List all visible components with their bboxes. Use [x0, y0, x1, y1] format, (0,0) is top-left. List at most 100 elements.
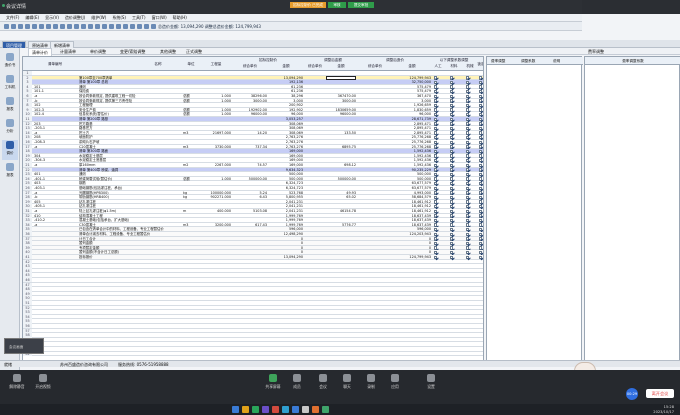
coef-checkbox[interactable]	[479, 149, 483, 154]
subtab-formal[interactable]: 正式调整	[186, 48, 202, 55]
tab-original[interactable]: 原始清单	[28, 41, 52, 48]
coef-checkbox[interactable]	[466, 237, 470, 241]
coef-checkbox[interactable]	[466, 126, 470, 131]
toolbar-icon[interactable]	[95, 24, 100, 29]
coef-checkbox[interactable]	[466, 168, 470, 172]
coef-checkbox[interactable]	[434, 200, 438, 204]
coef-checkbox[interactable]	[466, 149, 470, 154]
coef-checkbox[interactable]	[434, 177, 438, 181]
coef-checkbox[interactable]	[466, 85, 470, 89]
coef-checkbox[interactable]	[450, 112, 454, 117]
tab-new[interactable]: 新增清单	[50, 41, 74, 48]
coef-checkbox[interactable]	[479, 108, 483, 112]
toolbar-icon[interactable]	[116, 24, 121, 29]
menu-item-4[interactable]: 维护(W)	[91, 14, 106, 22]
coef-checkbox[interactable]	[479, 135, 483, 140]
coef-checkbox[interactable]	[466, 89, 470, 94]
coef-checkbox[interactable]	[434, 214, 438, 218]
coef-checkbox[interactable]	[466, 135, 470, 140]
subtab-measure[interactable]: 计量清单	[60, 48, 76, 55]
toolbar-icon[interactable]	[130, 24, 135, 29]
meeting-control-7[interactable]: 应用	[384, 374, 406, 400]
coef-checkbox[interactable]	[466, 195, 470, 200]
coef-checkbox[interactable]	[434, 195, 438, 200]
toolbar-icon[interactable]	[137, 24, 142, 29]
coef-checkbox[interactable]	[466, 163, 470, 167]
coef-checkbox[interactable]	[434, 227, 438, 232]
coef-checkbox[interactable]	[450, 103, 454, 108]
coef-checkbox[interactable]	[434, 131, 438, 135]
coef-checkbox[interactable]	[479, 246, 483, 250]
coef-checkbox[interactable]	[434, 255, 438, 259]
coef-checkbox[interactable]	[450, 158, 454, 163]
coef-checkbox[interactable]	[434, 250, 438, 255]
table-row[interactable]: 62	[23, 351, 483, 357]
coef-checkbox[interactable]	[479, 172, 483, 177]
coef-checkbox[interactable]	[479, 237, 483, 241]
coef-checkbox[interactable]	[479, 209, 483, 213]
coef-checkbox[interactable]	[466, 218, 470, 223]
coef-checkbox[interactable]	[434, 191, 438, 195]
toolbar-icon[interactable]	[67, 24, 72, 29]
coef-checkbox[interactable]	[466, 172, 470, 177]
coef-checkbox[interactable]	[479, 232, 483, 236]
toolbar-icon[interactable]	[123, 24, 128, 29]
menu-item-7[interactable]: 窗口(W)	[152, 14, 167, 22]
coef-checkbox[interactable]	[434, 140, 438, 144]
coef-checkbox[interactable]	[450, 145, 454, 149]
coef-checkbox[interactable]	[479, 186, 483, 190]
coef-checkbox[interactable]	[466, 214, 470, 218]
coef-checkbox[interactable]	[479, 140, 483, 144]
coef-checkbox[interactable]	[434, 218, 438, 223]
coef-checkbox[interactable]	[479, 181, 483, 186]
taskbar-app-icon[interactable]	[312, 406, 319, 413]
coef-checkbox[interactable]	[466, 209, 470, 213]
coef-checkbox[interactable]	[450, 172, 454, 177]
leave-meeting-button[interactable]: 离开会议	[646, 389, 674, 398]
coef-checkbox[interactable]	[434, 172, 438, 177]
subtab-unitprice[interactable]: 单价调整	[90, 48, 106, 55]
coef-checkbox[interactable]	[479, 103, 483, 108]
coef-checkbox[interactable]	[466, 131, 470, 135]
coef-checkbox[interactable]	[479, 158, 483, 163]
coef-checkbox[interactable]	[450, 250, 454, 255]
subtab-pricing[interactable]: 清单计价	[28, 48, 52, 56]
coef-checkbox[interactable]	[466, 250, 470, 255]
meeting-control-8[interactable]: 设置	[420, 374, 442, 400]
toolbar-icon[interactable]	[46, 24, 51, 29]
sidebar-item-2[interactable]: 报表	[2, 96, 18, 116]
coef-checkbox[interactable]	[450, 200, 454, 204]
coef-checkbox[interactable]	[479, 99, 483, 103]
taskbar-app-icon[interactable]	[262, 406, 269, 413]
coef-checkbox[interactable]	[479, 191, 483, 195]
coef-checkbox[interactable]	[434, 158, 438, 163]
coef-checkbox[interactable]	[434, 103, 438, 108]
coef-checkbox[interactable]	[479, 117, 483, 121]
menu-item-2[interactable]: 显示(V)	[45, 14, 59, 22]
coef-checkbox[interactable]	[434, 80, 438, 85]
bill-grid[interactable]: 清单编号 名称 单位 工程量 招标控制价 综合单价 金额 调整后金额 综合单价 …	[22, 56, 484, 362]
toolbar-icon[interactable]	[53, 24, 58, 29]
coef-checkbox[interactable]	[434, 112, 438, 117]
coef-checkbox[interactable]	[479, 94, 483, 98]
coef-checkbox[interactable]	[434, 209, 438, 213]
menu-item-5[interactable]: 系统(S)	[112, 14, 126, 22]
toolbar-icon[interactable]	[102, 24, 107, 29]
taskbar-app-icon[interactable]	[232, 406, 239, 413]
taskbar-app-icon[interactable]	[282, 406, 289, 413]
coef-checkbox[interactable]	[434, 204, 438, 209]
coef-checkbox[interactable]	[479, 250, 483, 255]
coef-checkbox[interactable]	[466, 145, 470, 149]
sidebar-item-0[interactable]: 造价书	[2, 52, 18, 72]
subtab-change[interactable]: 变更/索赔调整	[120, 48, 145, 55]
menu-item-0[interactable]: 文件(F)	[6, 14, 19, 22]
coef-checkbox[interactable]	[479, 195, 483, 200]
coef-checkbox[interactable]	[434, 117, 438, 121]
coef-checkbox[interactable]	[479, 204, 483, 209]
taskbar-app-icon[interactable]	[292, 406, 299, 413]
coef-checkbox[interactable]	[450, 117, 454, 121]
banner-green[interactable]: 审核	[328, 2, 346, 8]
coef-checkbox[interactable]	[479, 85, 483, 89]
coef-checkbox[interactable]	[479, 89, 483, 94]
coef-checkbox[interactable]	[434, 246, 438, 250]
